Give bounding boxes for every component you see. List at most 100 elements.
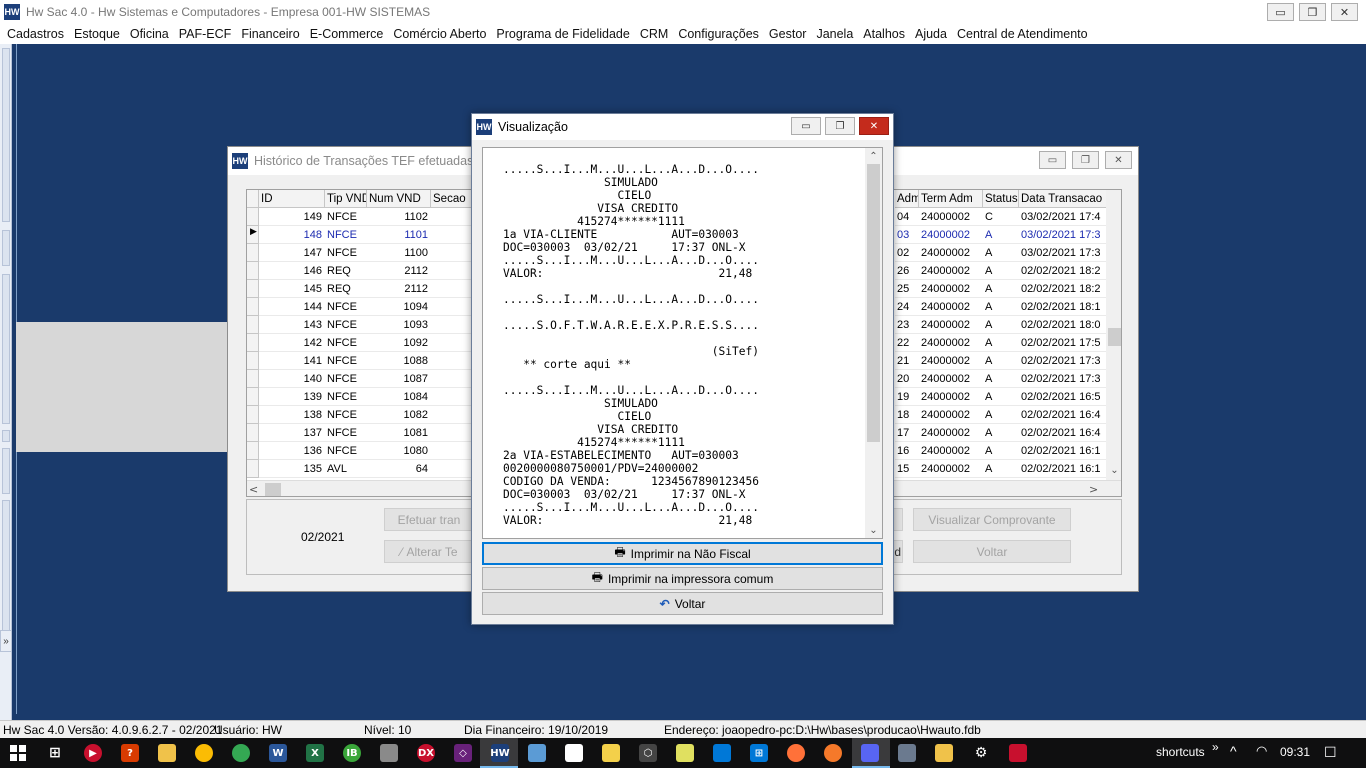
cell-data-transacao[interactable]: 02/02/2021 17:3	[1019, 370, 1107, 388]
cell-status[interactable]: A	[983, 244, 1019, 262]
cell-num-vnd[interactable]: 1088	[367, 352, 431, 370]
cell-status[interactable]: A	[983, 406, 1019, 424]
scroll-thumb[interactable]	[867, 164, 880, 442]
cell-id[interactable]: 145	[259, 280, 325, 298]
cell-num-vnd[interactable]: 1101	[367, 226, 431, 244]
row-indicator[interactable]	[247, 298, 259, 316]
help-app-icon[interactable]: ?	[121, 744, 139, 762]
cell-adm[interactable]: 22	[895, 334, 919, 352]
row-indicator[interactable]	[247, 406, 259, 424]
document-icon[interactable]	[565, 744, 583, 762]
task-view-icon[interactable]: ⊞	[46, 744, 64, 762]
cell-id[interactable]: 135	[259, 460, 325, 478]
network-tool-icon[interactable]	[898, 744, 916, 762]
column-header-num-vnd[interactable]: Num VND	[367, 190, 431, 208]
scroll-left-icon[interactable]: <	[249, 483, 258, 496]
cell-status[interactable]: A	[983, 316, 1019, 334]
remote-desktop-icon[interactable]	[713, 744, 731, 762]
minimize-button[interactable]: ▭	[1039, 151, 1066, 169]
tray-shortcuts-label[interactable]: shortcuts	[1156, 745, 1205, 759]
cell-id[interactable]: 149	[259, 208, 325, 226]
cell-num-vnd[interactable]: 1081	[367, 424, 431, 442]
expand-panel-icon[interactable]: »	[0, 630, 12, 652]
cell-tip-vnd[interactable]: NFCE	[325, 226, 367, 244]
voltar-history-button[interactable]: Voltar	[913, 540, 1071, 563]
cell-data-transacao[interactable]: 02/02/2021 18:1	[1019, 298, 1107, 316]
cell-id[interactable]: 139	[259, 388, 325, 406]
column-header-term-adm[interactable]: Term Adm	[919, 190, 983, 208]
notes-icon[interactable]	[602, 744, 620, 762]
taskbar-clock[interactable]: 09:31	[1280, 745, 1310, 759]
cell-num-vnd[interactable]: 2112	[367, 262, 431, 280]
row-indicator[interactable]	[247, 244, 259, 262]
column-header-adm[interactable]: Adm	[895, 190, 919, 208]
cell-term-adm[interactable]: 24000002	[919, 280, 983, 298]
cell-id[interactable]: 138	[259, 406, 325, 424]
cell-adm[interactable]: 15	[895, 460, 919, 478]
cell-tip-vnd[interactable]: NFCE	[325, 424, 367, 442]
cell-term-adm[interactable]: 24000002	[919, 208, 983, 226]
blender-icon[interactable]	[824, 744, 842, 762]
cell-adm[interactable]: 04	[895, 208, 919, 226]
cell-term-adm[interactable]: 24000002	[919, 388, 983, 406]
receipt-scrollbar[interactable]: ⌃ ⌄	[865, 148, 882, 538]
cell-num-vnd[interactable]: 1080	[367, 442, 431, 460]
cell-term-adm[interactable]: 24000002	[919, 226, 983, 244]
hw-sac-icon[interactable]: HW	[490, 744, 510, 762]
cell-tip-vnd[interactable]: REQ	[325, 280, 367, 298]
cell-id[interactable]: 142	[259, 334, 325, 352]
package-icon[interactable]: ⬡	[639, 744, 657, 762]
firebird-icon[interactable]	[1009, 744, 1027, 762]
cell-tip-vnd[interactable]: NFCE	[325, 208, 367, 226]
cell-status[interactable]: A	[983, 280, 1019, 298]
cell-id[interactable]: 147	[259, 244, 325, 262]
cell-tip-vnd[interactable]: NFCE	[325, 388, 367, 406]
close-button[interactable]: ✕	[1331, 3, 1358, 21]
menu-ajuda[interactable]: Ajuda	[910, 27, 952, 41]
cell-num-vnd[interactable]: 1093	[367, 316, 431, 334]
cell-data-transacao[interactable]: 02/02/2021 16:4	[1019, 424, 1107, 442]
cell-term-adm[interactable]: 24000002	[919, 298, 983, 316]
cell-status[interactable]: A	[983, 352, 1019, 370]
row-indicator[interactable]	[247, 262, 259, 280]
menu-configuracoes[interactable]: Configurações	[673, 27, 764, 41]
cell-status[interactable]: C	[983, 208, 1019, 226]
cell-data-transacao[interactable]: 03/02/2021 17:4	[1019, 208, 1107, 226]
row-indicator[interactable]	[247, 280, 259, 298]
cell-tip-vnd[interactable]: NFCE	[325, 334, 367, 352]
row-indicator[interactable]	[247, 370, 259, 388]
row-indicator[interactable]	[247, 460, 259, 478]
imprimir-nao-fiscal-button[interactable]: 🖶 Imprimir na Não Fiscal	[482, 542, 883, 565]
side-tab[interactable]	[2, 448, 10, 494]
maximize-button[interactable]: ❐	[825, 117, 855, 135]
cell-adm[interactable]: 17	[895, 424, 919, 442]
cell-status[interactable]: A	[983, 424, 1019, 442]
cell-num-vnd[interactable]: 1092	[367, 334, 431, 352]
row-indicator[interactable]	[247, 424, 259, 442]
column-header-id[interactable]: ID	[259, 190, 325, 208]
cell-data-transacao[interactable]: 02/02/2021 16:1	[1019, 460, 1107, 478]
ibexpert-icon[interactable]: IB	[343, 744, 361, 762]
scroll-down-icon[interactable]: ⌄	[1106, 462, 1121, 478]
scroll-thumb[interactable]	[1108, 328, 1121, 346]
cell-id[interactable]: 144	[259, 298, 325, 316]
restore-button[interactable]: ❐	[1072, 151, 1099, 169]
row-indicator[interactable]: ▶	[247, 226, 259, 244]
cell-term-adm[interactable]: 24000002	[919, 262, 983, 280]
firefox-icon[interactable]	[787, 744, 805, 762]
menu-comercio-aberto[interactable]: Comércio Aberto	[388, 27, 491, 41]
cell-tip-vnd[interactable]: NFCE	[325, 370, 367, 388]
settings-icon[interactable]: ⚙	[972, 744, 990, 762]
cell-data-transacao[interactable]: 02/02/2021 16:4	[1019, 406, 1107, 424]
cell-data-transacao[interactable]: 03/02/2021 17:3	[1019, 226, 1107, 244]
menu-oficina[interactable]: Oficina	[125, 27, 174, 41]
cell-id[interactable]: 140	[259, 370, 325, 388]
cell-term-adm[interactable]: 24000002	[919, 442, 983, 460]
cell-data-transacao[interactable]: 02/02/2021 16:1	[1019, 442, 1107, 460]
row-indicator[interactable]	[247, 334, 259, 352]
cell-term-adm[interactable]: 24000002	[919, 244, 983, 262]
cell-adm[interactable]: 20	[895, 370, 919, 388]
cell-adm[interactable]: 03	[895, 226, 919, 244]
cell-tip-vnd[interactable]: REQ	[325, 262, 367, 280]
cell-status[interactable]: A	[983, 370, 1019, 388]
